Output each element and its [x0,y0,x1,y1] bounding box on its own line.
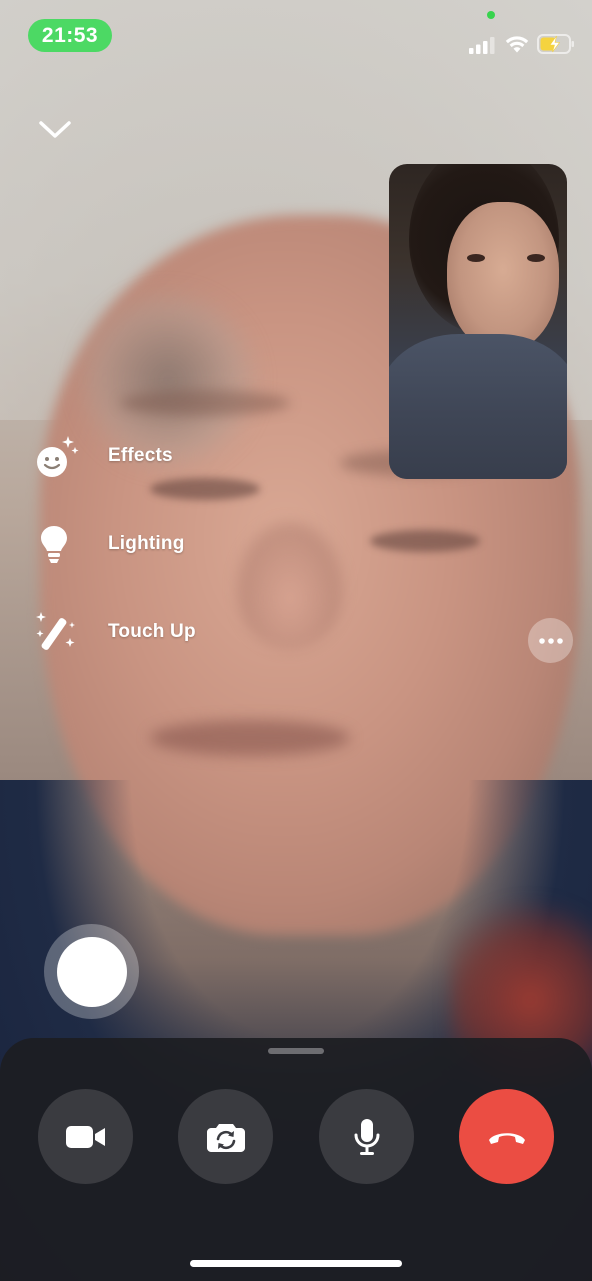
collapse-button[interactable] [32,110,78,150]
self-view-face [447,202,559,352]
flip-camera-button[interactable] [178,1089,273,1184]
ellipsis-icon [538,637,563,644]
camera-rotate-icon [206,1123,245,1152]
more-options-button[interactable] [528,618,573,663]
signal-icon [469,37,495,54]
lightbulb-icon [32,520,80,568]
remote-brow-left [120,390,290,416]
smiley-sparkle-icon [32,432,80,480]
microphone-icon [354,1118,379,1155]
self-view-eye-left [467,254,485,262]
wifi-icon [505,36,529,53]
sheet-grabber[interactable] [268,1048,324,1054]
battery-charging-icon [537,34,574,54]
camera-in-use-indicator [487,11,495,19]
status-time[interactable]: 21:53 [28,19,112,52]
remote-eye-right [370,530,480,552]
menu-item-touch-up[interactable]: Touch Up [32,604,272,660]
remote-mouth [150,720,350,756]
menu-item-lighting[interactable]: Lighting [32,516,272,572]
shutter-inner [56,936,127,1007]
video-toggle-button[interactable] [38,1089,133,1184]
menu-item-effects-label: Effects [108,445,173,466]
menu-item-effects[interactable]: Effects [32,428,272,484]
shutter-button[interactable] [44,924,139,1019]
chevron-down-icon [39,121,71,138]
video-camera-icon [65,1125,105,1148]
self-view-eye-right [527,254,545,262]
self-view-video[interactable] [389,164,567,479]
status-bar: 21:53 [0,0,592,70]
hang-up-icon [488,1132,525,1144]
magic-wand-icon [32,608,80,656]
mute-button[interactable] [319,1089,414,1184]
call-controls-sheet [0,1038,592,1281]
end-call-button[interactable] [459,1089,554,1184]
menu-item-lighting-label: Lighting [108,533,185,554]
self-view-blanket [389,334,567,479]
menu-item-touch-up-label: Touch Up [108,621,196,642]
home-indicator[interactable] [190,1260,402,1267]
